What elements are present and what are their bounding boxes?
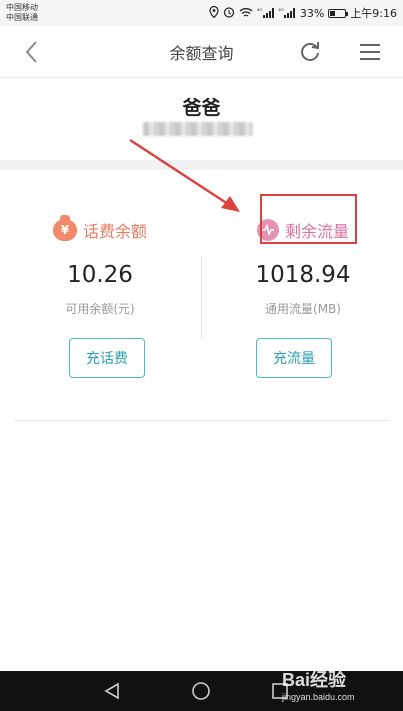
circle-home-icon [192,682,210,700]
call-balance-card: ¥ 话费余额 10.26 可用余额(元) 充话费 [0,170,200,420]
alarm-icon [223,6,235,20]
clock: 上午9:16 [350,7,397,20]
call-balance-sublabel: 可用余额(元) [65,302,135,316]
refresh-button[interactable] [296,38,324,66]
carrier-1: 中国移动 [6,3,38,12]
status-bar: 中国移动 中国联通 ⁴ᴳ ²ᴳ 33% 上午9:16 [0,0,403,26]
signal-icon: ²ᴳ [279,6,296,20]
recharge-data-button[interactable]: 充流量 [256,338,332,378]
triangle-back-icon [104,682,119,700]
user-name: 爸爸 [182,97,221,119]
back-button[interactable] [18,38,46,66]
carrier-2: 中国联通 [6,13,38,22]
page-title: 余额查询 [169,43,234,63]
call-balance-header: ¥ 话费余额 [0,215,200,242]
carriers: 中国移动 中国联通 [6,3,38,23]
status-indicators: ⁴ᴳ ²ᴳ 33% 上午9:16 [209,5,397,21]
recharge-call-button[interactable]: 充话费 [69,338,145,378]
chevron-left-icon [25,41,37,63]
nav-home-button[interactable] [189,679,213,703]
balance-panel: ¥ 话费余额 10.26 可用余额(元) 充话费 剩余流量 1018.94 通用… [0,170,403,420]
menu-button[interactable] [356,38,384,66]
highlight-box [260,194,357,244]
data-balance-amount: 1018.94 [255,262,351,288]
wifi-icon [239,7,253,20]
data-balance-card: 剩余流量 1018.94 通用流量(MB) 充流量 [203,170,403,420]
watermark: Bai经验 jingyan.baidu.com [282,666,402,706]
menu-icon [360,44,380,60]
money-bag-icon: ¥ [52,215,77,241]
user-section: 爸爸 [0,78,403,164]
battery-fill [330,10,336,16]
signal-icon: ⁴ᴳ [257,6,274,20]
battery-icon [328,8,349,18]
watermark-logo: Bai经验 [282,670,347,690]
refresh-icon [301,42,319,61]
location-icon [209,5,219,20]
column-divider [201,256,202,340]
user-phone-redacted [143,122,253,136]
section-divider [0,160,403,170]
header: 余额查询 [0,26,403,78]
nav-back-button[interactable] [100,679,124,703]
battery-percent: 33% [299,6,325,20]
call-balance-label: 话费余额 [82,222,147,241]
data-balance-sublabel: 通用流量(MB) [265,302,341,316]
watermark-url: jingyan.baidu.com [282,692,355,702]
call-balance-amount: 10.26 [67,262,133,288]
content-divider [14,420,388,421]
